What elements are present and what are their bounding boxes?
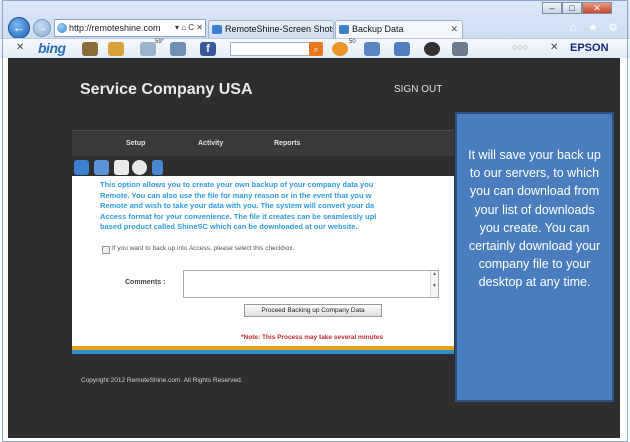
epson-toolbar-close-icon[interactable]: ✕ [550, 42, 558, 53]
nav-setup[interactable]: Setup [126, 140, 145, 147]
facebook-icon[interactable]: f [200, 42, 216, 56]
page-globe-icon [57, 23, 67, 33]
nav-reports[interactable]: Reports [274, 140, 300, 147]
document-icon[interactable] [152, 160, 163, 175]
window-controls: – □ ✕ [542, 2, 612, 14]
screenshot-frame: – □ ✕ ← → http://remoteshine.com ▾ ⌂ C ✕… [0, 0, 630, 442]
comments-textarea[interactable]: ▲ ▼ [183, 270, 439, 298]
description-line: Access format for your convenience. The … [100, 211, 377, 221]
maps-icon[interactable] [108, 42, 124, 56]
address-text: http://remoteshine.com [69, 23, 161, 33]
footer-stripe-blue [72, 350, 454, 354]
description-line: based product called ShineSC which can b… [100, 222, 358, 231]
site-title: Service Company USA [80, 81, 253, 98]
news-icon[interactable] [82, 42, 98, 56]
backup-description: This option allows you to create your ow… [100, 180, 454, 233]
xbox-icon[interactable] [424, 42, 440, 56]
tab-page-icon [339, 25, 349, 34]
message-icon[interactable] [94, 160, 109, 175]
address-tools[interactable]: ▾ ⌂ C ✕ [175, 20, 203, 36]
tab-close-icon[interactable]: ✕ [450, 21, 458, 38]
video-icon[interactable] [452, 42, 468, 56]
home-icon[interactable] [74, 160, 89, 175]
description-line: Remote. You can also use the file for ma… [100, 190, 372, 200]
toolbar-search-icon[interactable]: ⌕ [309, 42, 323, 56]
bing-logo[interactable]: bing [38, 40, 66, 56]
settings-gear-icon[interactable]: ⚙ [606, 21, 620, 35]
access-backup-checkbox[interactable] [102, 246, 110, 254]
callout-text: It will save your back up to our servers… [468, 148, 601, 290]
main-nav: Setup Activity Reports [72, 130, 454, 156]
chat-icon[interactable] [394, 42, 410, 56]
toolbar-overflow-icon[interactable]: ○○○ [512, 42, 528, 52]
quick-icons [72, 158, 172, 176]
callout-box: It will save your back up to our servers… [455, 112, 614, 402]
toolbar-close-icon[interactable]: ✕ [16, 42, 24, 53]
shirt-icon[interactable] [114, 160, 129, 175]
backup-panel: This option allows you to create your ow… [72, 176, 454, 346]
process-note: *Note: This Process may take several min… [241, 334, 383, 341]
bing-toolbar: ✕ bing 59° f ⌕ 50 ○○○ ✕ EPSON [0, 38, 630, 58]
forward-button[interactable]: → [33, 19, 51, 37]
minimize-button[interactable]: – [542, 2, 562, 14]
description-line: Remote and wish to take your data with y… [100, 201, 375, 210]
tab-label: RemoteShine-Screen Shots [225, 24, 334, 34]
address-bar[interactable]: http://remoteshine.com ▾ ⌂ C ✕ [54, 19, 206, 37]
home-icon[interactable]: ⌂ [566, 21, 580, 35]
nav-activity[interactable]: Activity [198, 140, 223, 147]
rewards-icon[interactable] [332, 42, 348, 56]
maximize-button[interactable]: □ [562, 2, 582, 14]
description-line: This option allows you to create your ow… [100, 180, 374, 189]
tab-label: Backup Data [352, 24, 404, 34]
access-backup-checkbox-label: If you want to back up into Access, plea… [112, 245, 295, 252]
weather-icon[interactable] [140, 42, 156, 56]
tab-page-icon [212, 25, 222, 34]
rewards-badge: 50 [349, 39, 356, 45]
like-icon[interactable] [364, 42, 380, 56]
browser-icons: ⌂ ★ ⚙ [566, 21, 620, 35]
comments-label: Comments : [125, 279, 166, 286]
copyright-text: Copyright 2012 RemoteShine.com. All Righ… [81, 377, 243, 384]
sign-out-link[interactable]: SIGN OUT [394, 84, 442, 95]
tab-backup-data[interactable]: Backup Data ✕ [335, 20, 463, 38]
epson-logo[interactable]: EPSON [570, 42, 609, 54]
tab-remoteshine-screenshots[interactable]: RemoteShine-Screen Shots [208, 20, 334, 38]
proceed-backup-button[interactable]: Proceed Backing up Company Data [244, 304, 382, 317]
help-icon[interactable] [132, 160, 147, 175]
mail-icon[interactable] [170, 42, 186, 56]
comments-scrollbar[interactable]: ▲ ▼ [430, 271, 438, 297]
temperature-badge: 59° [155, 39, 165, 45]
close-window-button[interactable]: ✕ [582, 2, 612, 14]
favorites-star-icon[interactable]: ★ [586, 21, 600, 35]
back-button[interactable]: ← [8, 17, 30, 39]
